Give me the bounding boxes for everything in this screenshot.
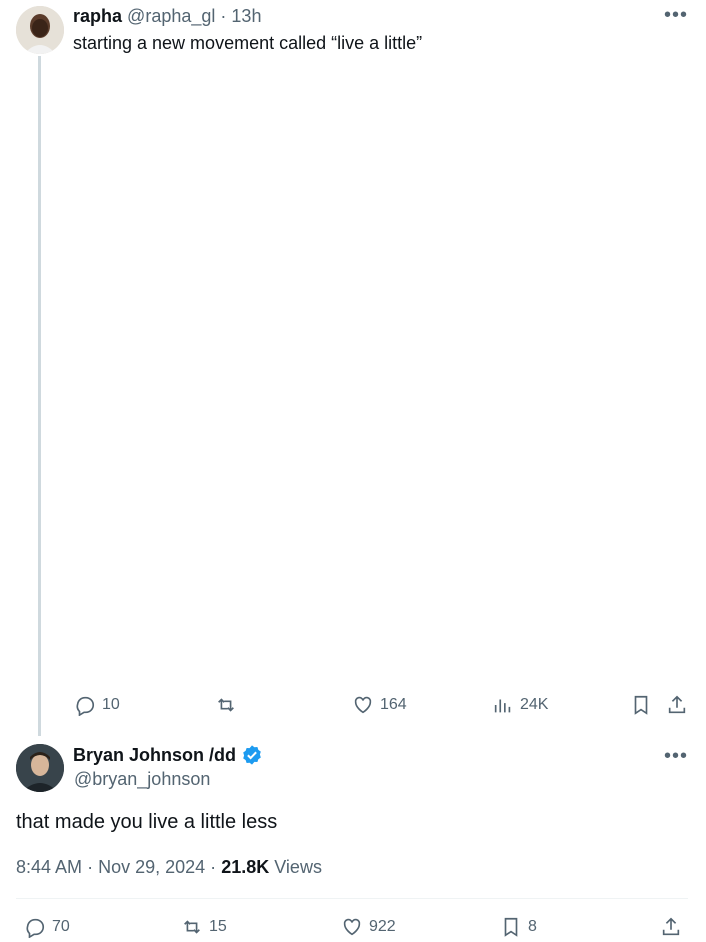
like-count: 922 xyxy=(369,918,396,935)
retweet-button[interactable] xyxy=(215,694,237,716)
reply-count: 10 xyxy=(102,696,120,713)
reply-button[interactable]: 10 xyxy=(74,694,120,716)
separator: · xyxy=(87,857,94,877)
retweet-icon xyxy=(184,920,200,934)
tweet-text: that made you live a little less xyxy=(16,811,278,833)
share-button[interactable] xyxy=(660,916,682,938)
bookmark-button[interactable] xyxy=(630,694,652,716)
reply-icon xyxy=(76,696,95,716)
views-label: Views xyxy=(274,857,322,877)
separator: · xyxy=(210,857,217,877)
avatar[interactable] xyxy=(16,744,64,792)
like-button[interactable]: 164 xyxy=(352,694,407,716)
like-button[interactable]: 922 xyxy=(341,916,396,938)
views-count: 24K xyxy=(520,696,549,713)
reply-count: 70 xyxy=(52,918,70,935)
divider xyxy=(16,898,688,899)
views-icon xyxy=(494,699,511,713)
author-handle[interactable]: @bryan_johnson xyxy=(74,769,210,790)
share-button[interactable] xyxy=(666,694,688,716)
author-name[interactable]: rapha xyxy=(73,6,122,26)
share-icon xyxy=(668,695,686,714)
verified-badge-icon xyxy=(243,745,261,765)
timestamp[interactable]: 8:44 AM xyxy=(16,857,82,877)
tweet-text: starting a new movement called “live a l… xyxy=(73,33,423,53)
heart-icon xyxy=(343,918,361,936)
timestamp[interactable]: 13h xyxy=(231,6,261,26)
bookmark-icon xyxy=(504,917,518,937)
like-count: 164 xyxy=(380,696,407,713)
share-icon xyxy=(662,917,680,936)
tweet-meta: 8:44 AM · Nov 29, 2024 · 21.8K Views xyxy=(16,857,322,878)
views-button[interactable]: 24K xyxy=(492,694,548,716)
retweet-button[interactable]: 15 xyxy=(181,916,227,938)
thread-line xyxy=(38,56,41,736)
avatar-image xyxy=(16,744,64,792)
author-handle[interactable]: @rapha_gl xyxy=(127,6,215,26)
bookmark-button[interactable]: 8 xyxy=(500,916,537,938)
bookmark-icon xyxy=(634,695,648,715)
heart-icon xyxy=(354,696,372,714)
avatar[interactable] xyxy=(16,6,64,54)
retweet-icon xyxy=(218,698,234,712)
more-options-icon[interactable]: ••• xyxy=(664,746,688,766)
tweet-header: rapha @rapha_gl · 13h xyxy=(73,6,261,27)
reply-icon xyxy=(26,918,45,938)
separator: · xyxy=(220,6,227,26)
bookmark-count: 8 xyxy=(528,918,537,935)
retweet-count: 15 xyxy=(209,918,227,935)
more-options-icon[interactable]: ••• xyxy=(664,5,688,25)
avatar-image xyxy=(16,6,64,54)
reply-button[interactable]: 70 xyxy=(24,916,70,938)
author-name[interactable]: Bryan Johnson /dd xyxy=(73,745,236,766)
views-count: 21.8K xyxy=(221,857,270,877)
author-row: Bryan Johnson /dd xyxy=(73,744,263,766)
date[interactable]: Nov 29, 2024 xyxy=(98,857,205,877)
